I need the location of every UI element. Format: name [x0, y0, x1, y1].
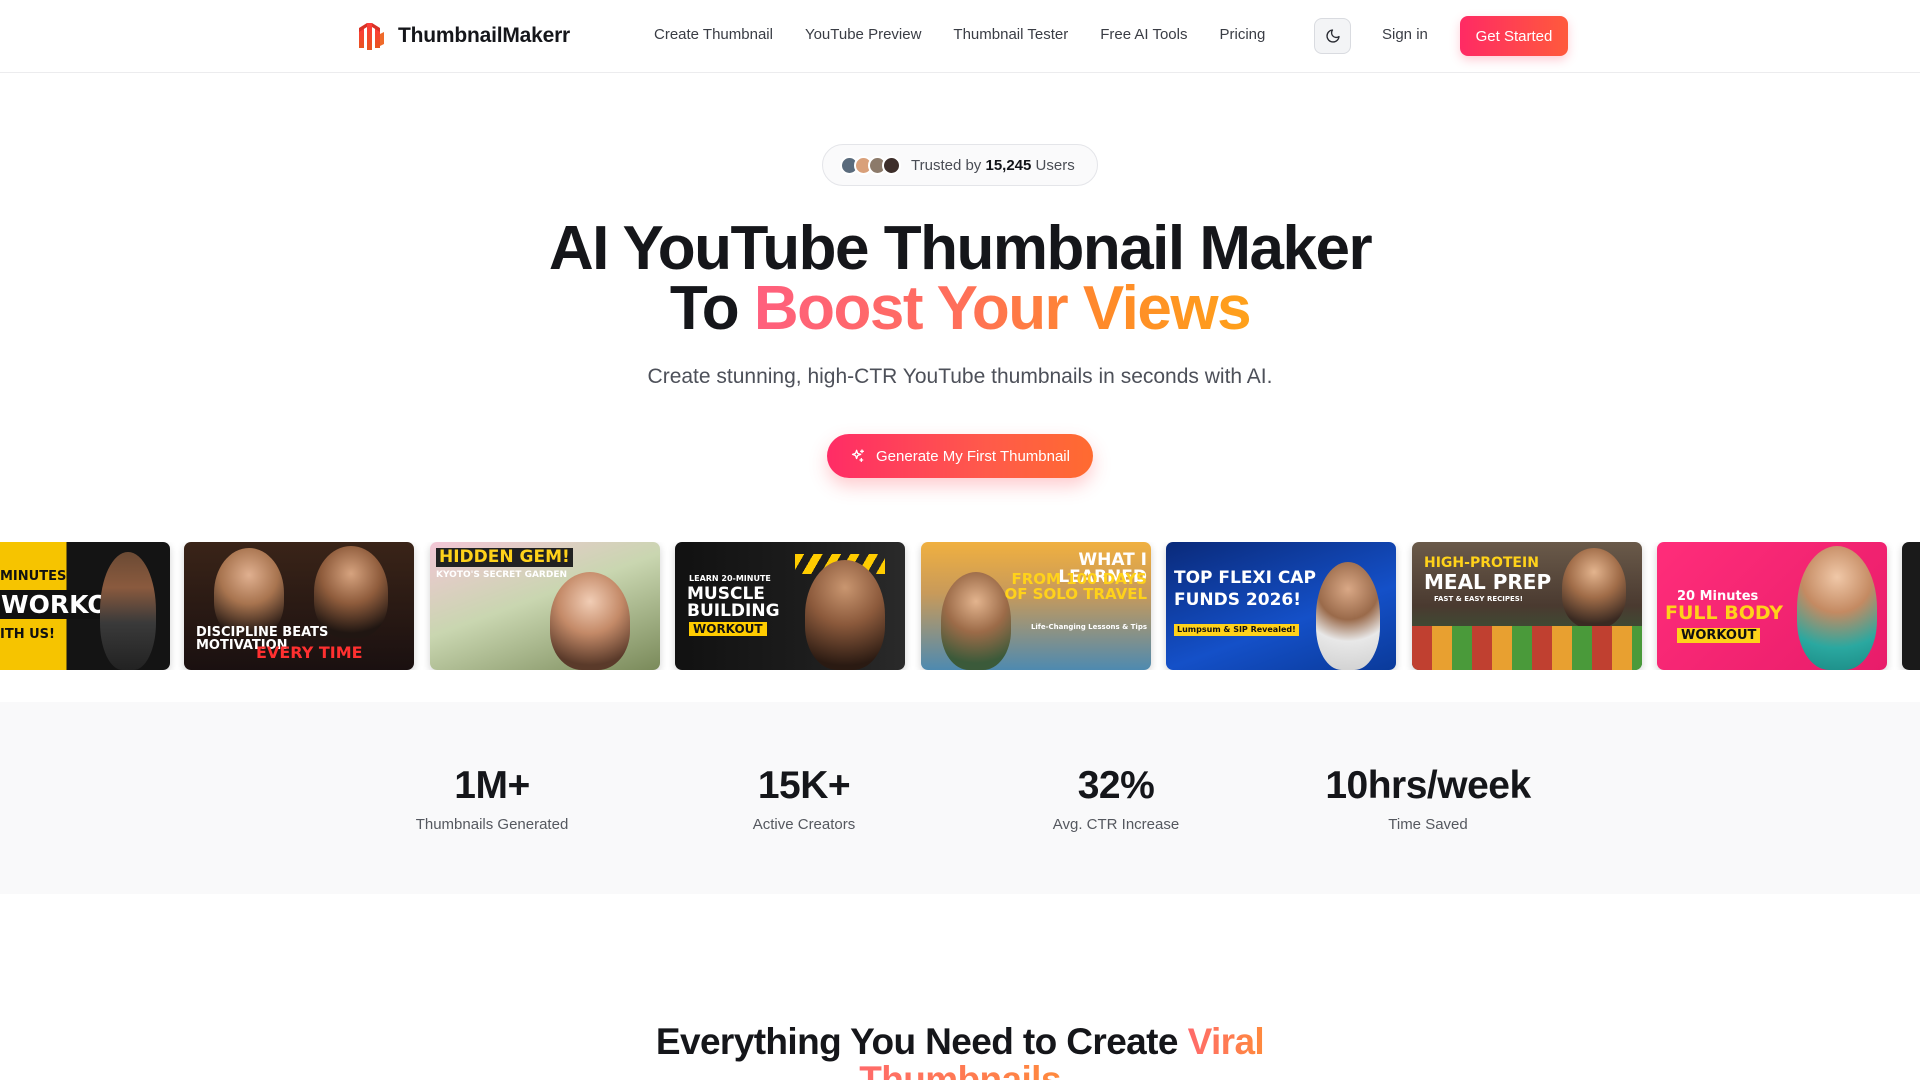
moon-icon — [1325, 29, 1340, 43]
thumbnail-card[interactable]: HIGH-PROTEIN MEAL PREP FAST & EASY RECIP… — [1412, 542, 1642, 670]
thumbnail-card[interactable]: WHAT I LEARNED FROM 100 DAYS OF SOLO TRA… — [921, 542, 1151, 670]
generate-first-thumbnail-button[interactable]: Generate My First Thumbnail — [827, 434, 1093, 478]
person-image — [550, 572, 630, 670]
stat-time-saved: 10hrs/week Time Saved — [1325, 764, 1531, 833]
features-title-line-2: Thumbnails — [0, 1058, 1920, 1080]
person-image — [1316, 562, 1380, 670]
site-header: ThumbnailMakerr Create Thumbnail YouTube… — [0, 0, 1920, 73]
thumbnail-card[interactable]: LEARN 20-MINUTE MUSCLE BUILDING WORKOUT — [675, 542, 905, 670]
stat-ctr-increase: 32% Avg. CTR Increase — [1052, 764, 1180, 833]
nav-thumbnail-tester[interactable]: Thumbnail Tester — [953, 26, 1068, 43]
brand-name: ThumbnailMakerr — [398, 24, 571, 47]
sign-in-link[interactable]: Sign in — [1382, 26, 1428, 43]
person-image — [1562, 548, 1626, 628]
thumbnail-card[interactable] — [1902, 542, 1920, 670]
main-nav: Create Thumbnail YouTube Preview Thumbna… — [654, 26, 1297, 43]
person-image — [941, 572, 1011, 670]
thumbnail-card[interactable]: 20 Minutes FULL BODY WORKOUT — [1657, 542, 1887, 670]
thumbnail-carousel: MINUTES WORKOUT ITH US! DISCIPLINE BEATS… — [0, 542, 1920, 670]
sparkles-icon — [851, 449, 865, 462]
stat-active-creators: 15K+ Active Creators — [752, 764, 856, 833]
get-started-button[interactable]: Get Started — [1460, 16, 1568, 56]
thumbnail-card[interactable]: MINUTES WORKOUT ITH US! — [0, 542, 170, 670]
thumbnail-card[interactable]: DISCIPLINE BEATS MOTIVATION EVERY TIME — [184, 542, 414, 670]
person-image — [805, 560, 885, 670]
trusted-badge: Trusted by 15,245 Users — [822, 144, 1098, 186]
food-image — [1412, 626, 1642, 670]
nav-free-ai-tools[interactable]: Free AI Tools — [1100, 26, 1187, 43]
hero-title-line-1: AI YouTube Thumbnail Maker — [548, 214, 1373, 283]
thumbnail-card[interactable]: TOP FLEXI CAP FUNDS 2026! Lumpsum & SIP … — [1166, 542, 1396, 670]
thumbnail-makerr-logo-icon — [359, 23, 384, 50]
cta-label: Generate My First Thumbnail — [876, 447, 1070, 465]
user-avatars — [840, 155, 901, 175]
hero-subtitle: Create stunning, high-CTR YouTube thumbn… — [647, 365, 1273, 388]
hero-title-line-2: To Boost Your Views — [669, 274, 1252, 343]
avatar — [882, 155, 901, 175]
stats-section: 1M+ Thumbnails Generated 15K+ Active Cre… — [0, 702, 1920, 894]
stat-thumbnails-generated: 1M+ Thumbnails Generated — [415, 764, 569, 833]
trusted-text: Trusted by 15,245 Users — [911, 156, 1075, 174]
brand-logo[interactable]: ThumbnailMakerr — [356, 20, 570, 52]
nav-pricing[interactable]: Pricing — [1219, 26, 1265, 43]
trusted-count: 15,245 — [985, 156, 1032, 174]
person-image — [100, 552, 156, 670]
person-image — [1797, 546, 1877, 670]
thumbnail-card[interactable]: HIDDEN GEM! KYOTO'S SECRET GARDEN — [430, 542, 660, 670]
nav-youtube-preview[interactable]: YouTube Preview — [805, 26, 921, 43]
hero-title-highlight: Boost Your Views — [753, 274, 1252, 343]
theme-toggle-button[interactable] — [1314, 18, 1351, 54]
nav-create-thumbnail[interactable]: Create Thumbnail — [654, 26, 773, 43]
